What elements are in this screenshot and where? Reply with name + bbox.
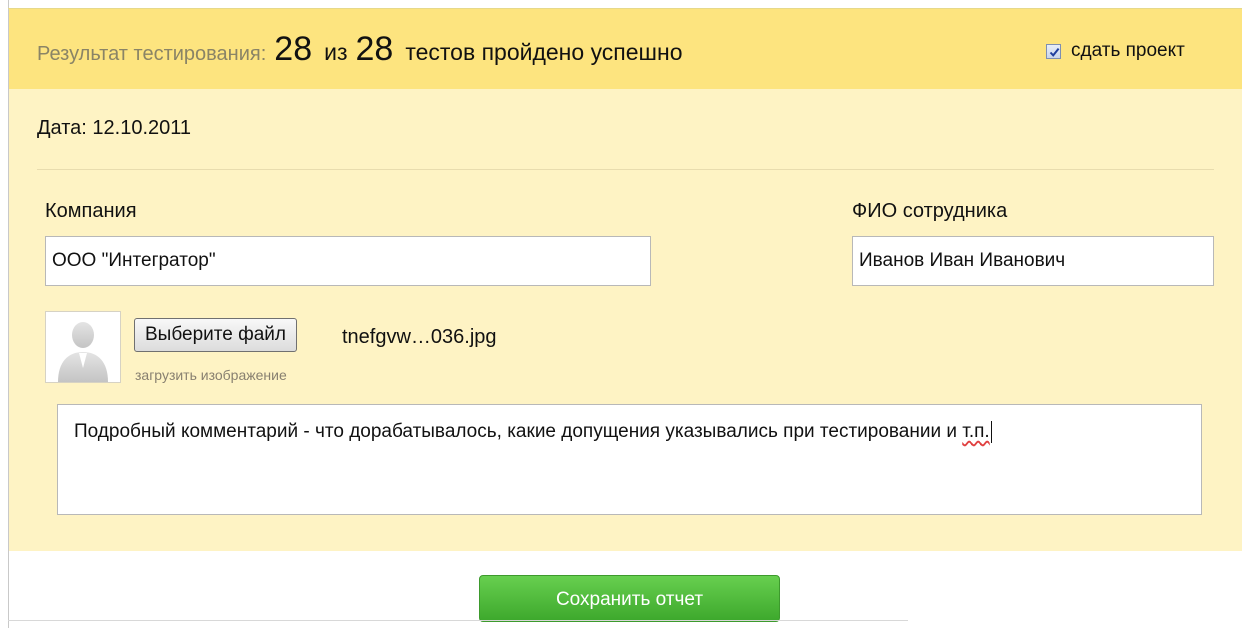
text-caret [990,421,992,443]
save-report-button[interactable]: Сохранить отчет [479,575,780,622]
choose-file-button[interactable]: Выберите файл [134,318,297,352]
result-label: Результат тестирования: [37,43,267,65]
employee-name-input[interactable] [852,236,1214,286]
avatar-placeholder [45,311,121,383]
employee-name-label: ФИО сотрудника [852,200,1008,222]
result-suffix: тестов пройдено успешно [405,39,683,65]
passed-count: 28 [274,30,313,68]
upload-image-hint: загрузить изображение [135,367,287,383]
submit-project-label: сдать проект [1071,40,1185,61]
company-label: Компания [45,200,137,222]
comment-textarea[interactable]: Подробный комментарий - что дорабатывало… [57,404,1202,515]
user-silhouette-icon [58,322,108,382]
selected-file-name: tnefgvw…036.jpg [342,326,497,348]
comment-text: Подробный комментарий - что дорабатывало… [74,421,963,443]
top-border [8,8,1242,9]
section-divider [37,169,1214,170]
date-label: Дата: [37,117,87,139]
test-report-page: Результат тестирования: 28 из 28 тестов … [0,0,1242,628]
submit-project-checkbox[interactable] [1046,43,1061,59]
company-input[interactable] [45,236,651,286]
report-date: Дата: 12.10.2011 [37,117,191,140]
checkmark-icon [1049,47,1060,57]
test-result-summary: Результат тестирования: 28 из 28 тестов … [37,30,683,70]
total-count: 28 [355,30,394,68]
date-value: 12.10.2011 [92,117,192,139]
of-word: из [324,39,348,65]
bottom-divider [8,620,908,621]
comment-misspelled-word: т.п. [962,421,990,443]
submit-project-toggle[interactable]: сдать проект [1046,40,1185,62]
